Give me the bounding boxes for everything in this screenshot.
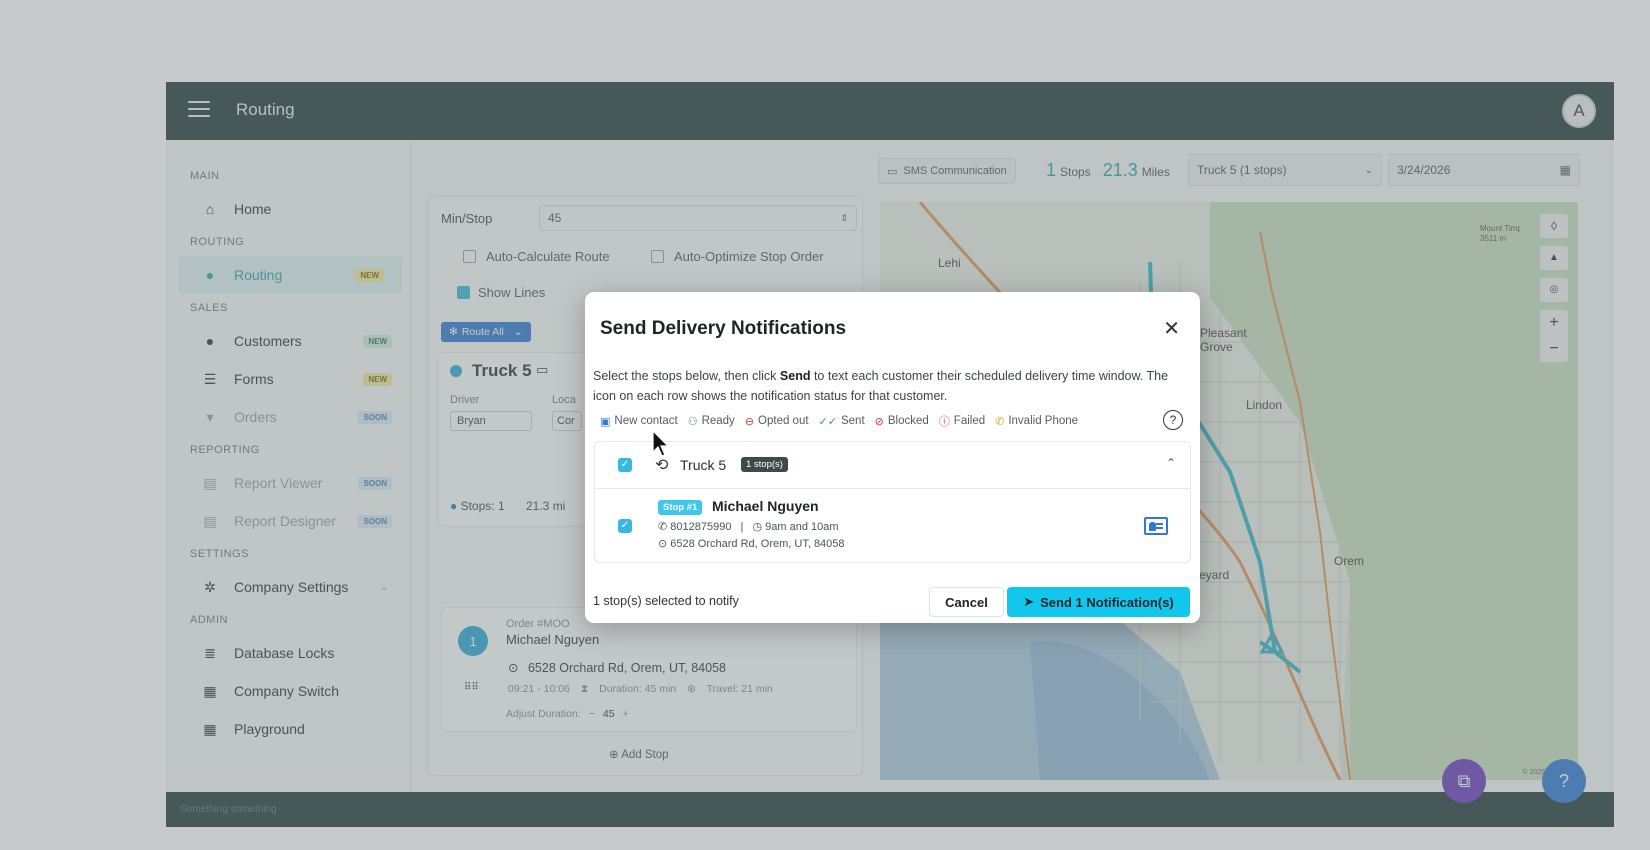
truck-group: ✓ ⟲ Truck 5 1 stop(s) ⌃ ✓ Stop #1 Michae… — [594, 441, 1191, 563]
phone-icon: ✆ — [658, 521, 668, 533]
failed-icon: ⓘ — [938, 416, 950, 428]
dialog-title: Send Delivery Notifications — [600, 318, 847, 339]
blocked-icon: ⊘ — [874, 415, 884, 428]
send-notifications-button[interactable]: ➤ Send 1 Notification(s) — [1007, 587, 1190, 617]
mouse-cursor-icon — [652, 430, 670, 457]
contact-card-icon[interactable] — [1144, 517, 1168, 535]
legend-new-contact: ▣ New contact — [600, 415, 678, 428]
route-icon: ⟲ — [655, 457, 669, 474]
legend-failed: ⓘ Failed — [938, 415, 986, 428]
selection-summary: 1 stop(s) selected to notify — [593, 594, 739, 608]
stop-phone-window: ✆ 8012875990 | ◷ 9am and 10am — [658, 521, 839, 533]
legend-opted-out: ⊖ Opted out — [744, 415, 809, 428]
stop-address: ⊙ 6528 Orchard Rd, Orem, UT, 84058 — [658, 538, 845, 550]
stop-row[interactable]: ✓ Stop #1 Michael Nguyen ✆ 8012875990 | … — [595, 489, 1190, 562]
clock-icon: ◷ — [752, 521, 763, 533]
legend-ready: ⚇ Ready — [687, 415, 735, 428]
opted-out-icon: ⊖ — [744, 415, 755, 428]
double-check-icon: ✓✓ — [818, 415, 837, 428]
group-count-badge: 1 stop(s) — [741, 457, 788, 472]
customer-name: Michael Nguyen — [712, 498, 819, 514]
ready-icon: ⚇ — [687, 415, 698, 428]
dialog-description: Select the stops below, then click Send … — [593, 369, 1169, 403]
phone-warning-icon: ✆ — [995, 415, 1005, 428]
group-name: Truck 5 — [680, 457, 727, 473]
truck-group-header[interactable]: ✓ ⟲ Truck 5 1 stop(s) ⌃ — [595, 442, 1190, 489]
close-icon[interactable]: ✕ — [1163, 316, 1180, 341]
status-legend: ▣ New contact ⚇ Ready ⊖ Opted out ✓✓ Sent ⊘ B… — [600, 410, 1183, 430]
stop-checkbox[interactable]: ✓ — [618, 519, 632, 533]
legend-blocked: ⊘ Blocked — [874, 415, 929, 428]
cancel-button[interactable]: Cancel — [929, 587, 1004, 617]
group-checkbox[interactable]: ✓ — [618, 458, 632, 472]
send-icon: ➤ — [1023, 594, 1035, 609]
contact-card-icon: ▣ — [600, 415, 611, 428]
send-notifications-dialog: Send Delivery Notifications ✕ Select the… — [585, 292, 1200, 623]
legend-invalid-phone: ✆ Invalid Phone — [995, 415, 1079, 428]
legend-sent: ✓✓ Sent — [818, 415, 865, 428]
stop-tag: Stop #1 — [658, 500, 703, 515]
pin-icon: ⊙ — [658, 538, 668, 550]
help-icon[interactable]: ? — [1163, 410, 1183, 430]
chevron-up-icon[interactable]: ⌃ — [1166, 456, 1176, 470]
